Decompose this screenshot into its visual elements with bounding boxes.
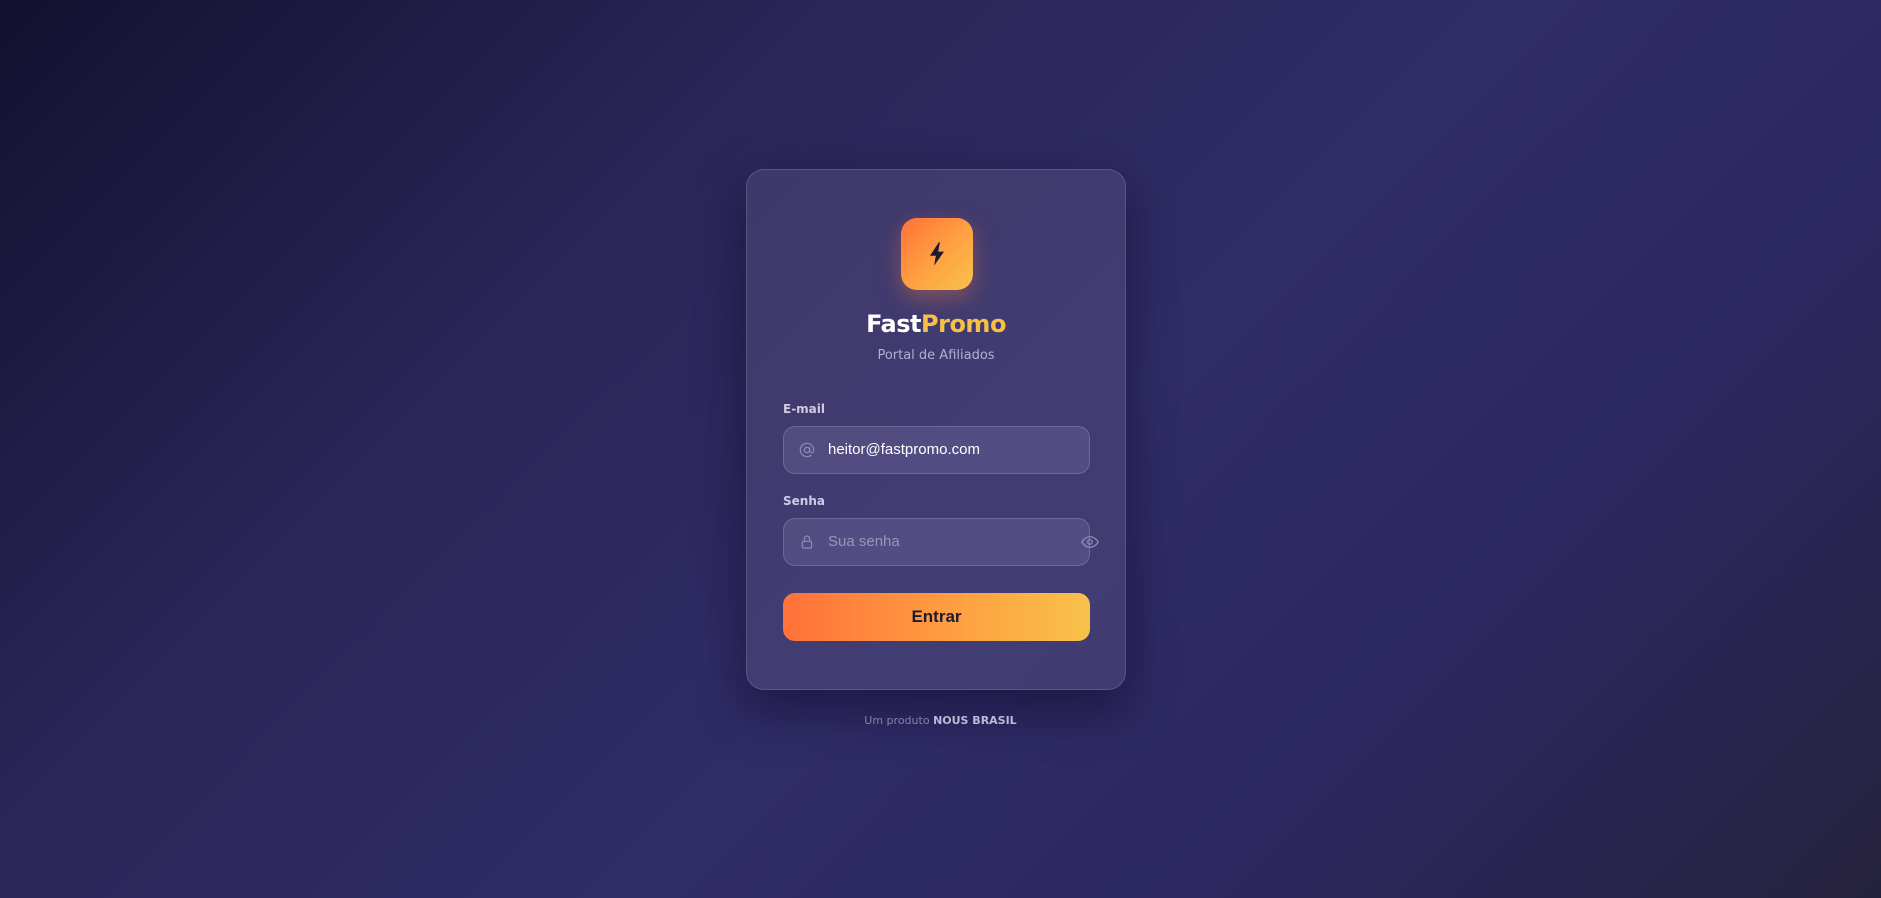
- brand-name: FastPromo: [747, 310, 1125, 338]
- email-value[interactable]: heitor@fastpromo.com: [828, 427, 980, 473]
- login-card: FastPromo Portal de Afiliados E-mail hei…: [746, 169, 1126, 690]
- password-field[interactable]: [783, 518, 1099, 566]
- password-input[interactable]: [828, 519, 1078, 565]
- footer-prefix: Um produto: [864, 714, 930, 727]
- lightning-bolt-icon: [930, 242, 944, 266]
- logo: [901, 218, 973, 290]
- eye-icon[interactable]: [1080, 533, 1100, 551]
- footer-company: NOUS BRASIL: [933, 714, 1017, 727]
- email-field[interactable]: heitor@fastpromo.com: [783, 426, 1090, 474]
- lock-icon: [798, 533, 816, 551]
- footer-credit: Um produto NOUS BRASIL: [0, 714, 1881, 727]
- at-sign-icon: [798, 441, 816, 459]
- email-label: E-mail: [783, 402, 826, 416]
- brand-name-part1: Fast: [866, 310, 922, 338]
- password-label: Senha: [783, 494, 825, 508]
- brand-name-part2: Promo: [921, 310, 1006, 338]
- portal-subtitle: Portal de Afiliados: [877, 348, 995, 363]
- login-button[interactable]: Entrar: [783, 593, 1090, 641]
